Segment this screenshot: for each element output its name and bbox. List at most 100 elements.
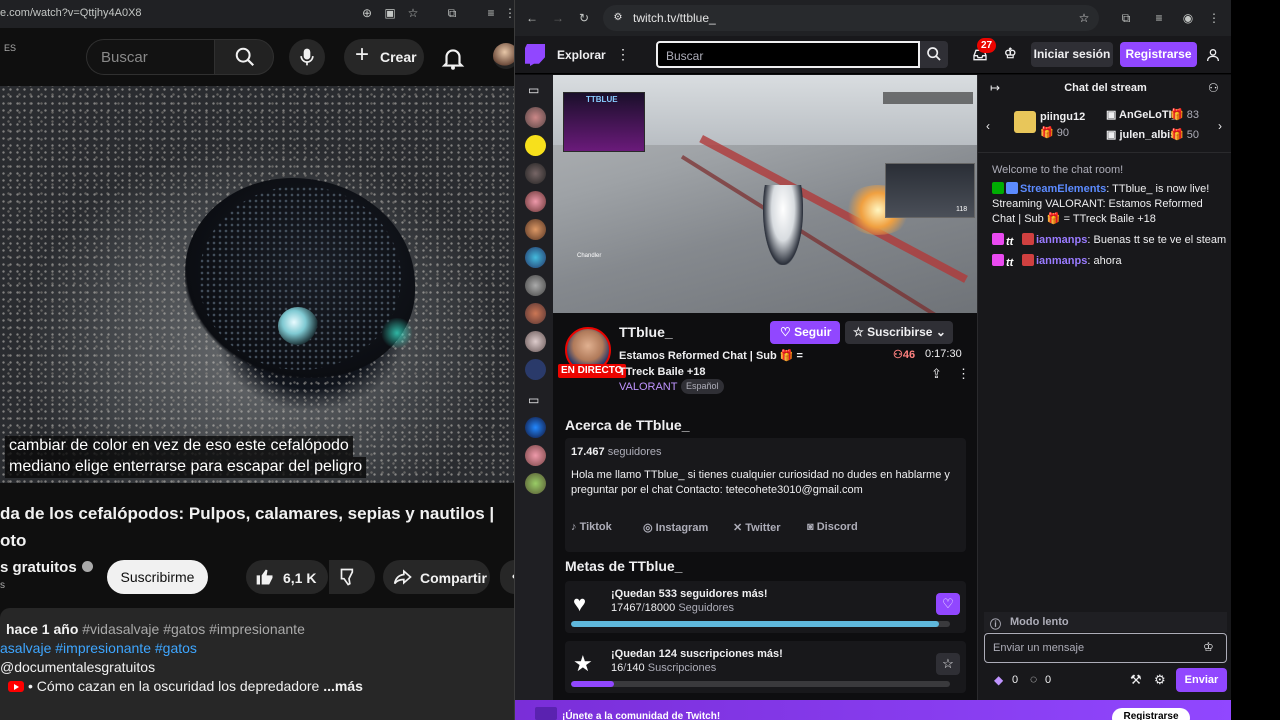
youtube-logo-icon xyxy=(8,681,24,692)
create-button[interactable]: + Crear xyxy=(344,39,424,75)
share-icon[interactable]: ⇪ xyxy=(931,366,942,382)
media-controls-icon[interactable]: ≡ xyxy=(1152,11,1166,25)
country-code: ES xyxy=(4,43,17,53)
game-hud-bar xyxy=(883,92,973,104)
followed-channels-sidebar: ▭ ▭ xyxy=(515,75,553,700)
more-actions-button[interactable]: • xyxy=(500,560,514,594)
twitch-topbar: Explorar ⋮ Buscar 27 ♔ Iniciar sesión Re… xyxy=(515,36,1231,74)
streamer-name[interactable]: TTblue_ xyxy=(619,324,673,340)
youtube-search-input[interactable]: Buscar xyxy=(86,39,214,75)
follow-button[interactable]: ♡ Seguir xyxy=(770,321,840,344)
stream-title: Estamos Reformed Chat | Sub 🎁 = TTreck B… xyxy=(619,350,803,378)
youtube-account-avatar[interactable] xyxy=(493,43,514,69)
channel-avatar[interactable] xyxy=(525,191,546,212)
media-controls-icon[interactable]: ≡ xyxy=(484,6,498,20)
instagram-link[interactable]: ◎ Instagram xyxy=(643,521,708,534)
uptime: 0:17:30 xyxy=(925,348,962,360)
chevron-right-icon[interactable]: › xyxy=(1218,119,1222,133)
share-button[interactable]: Compartir xyxy=(383,560,490,594)
channel-avatar[interactable] xyxy=(525,445,546,466)
explore-link[interactable]: Explorar xyxy=(557,48,606,62)
forward-icon[interactable]: → xyxy=(551,11,565,25)
bookmark-star-icon[interactable]: ☆ xyxy=(406,6,420,20)
video-description[interactable]: hace 1 año #vidasalvaje #gatos #impresio… xyxy=(0,608,514,720)
banner-register-button[interactable]: Registrarse xyxy=(1112,708,1190,720)
mod-tools-icon[interactable]: ⚒ xyxy=(1130,672,1142,688)
channel-avatar[interactable] xyxy=(525,359,546,380)
channel-avatar[interactable] xyxy=(525,107,546,128)
heart-icon: ♡ xyxy=(780,325,791,339)
send-button[interactable]: Enviar xyxy=(1176,668,1227,692)
settings-gear-icon[interactable]: ⚙ xyxy=(1154,672,1166,688)
like-button[interactable]: 6,1 K xyxy=(246,560,328,594)
youtube-search-button[interactable] xyxy=(214,39,274,75)
bits-icon[interactable]: ◆ xyxy=(994,673,1003,687)
gift-icon xyxy=(1014,111,1036,133)
video-camera-icon[interactable]: ▭ xyxy=(528,83,539,97)
twitch-address-bar[interactable]: ⚙ twitch.tv/ttblue_ ☆ xyxy=(603,5,1099,31)
channel-avatar[interactable] xyxy=(525,417,546,438)
viewers-icon: ⚇ xyxy=(893,349,903,361)
tiktok-link[interactable]: ♪ Tiktok xyxy=(571,521,612,533)
subscribe-button[interactable]: Suscribirme xyxy=(107,560,208,594)
channel-avatar[interactable] xyxy=(525,135,546,156)
game-link[interactable]: VALORANT xyxy=(619,381,677,393)
subscribe-button[interactable]: ☆ Suscribirse ⌄ xyxy=(845,321,953,344)
desktop-background xyxy=(1231,0,1280,720)
twitch-search-button[interactable] xyxy=(920,41,948,68)
login-button[interactable]: Iniciar sesión xyxy=(1031,42,1113,67)
cast-icon[interactable]: ▣ xyxy=(383,6,397,20)
browser-menu-icon[interactable]: ⋮ xyxy=(1207,11,1221,25)
channel-avatar[interactable] xyxy=(525,331,546,352)
video-player[interactable]: cambiar de color en vez de eso este cefa… xyxy=(0,86,514,483)
video-camera-icon[interactable]: ▭ xyxy=(528,393,539,407)
more-dots-icon[interactable]: ⋮ xyxy=(616,46,630,63)
youtube-url[interactable]: e.com/watch?v=Qttjhy4A0X8 xyxy=(0,7,142,19)
profile-icon[interactable]: ◉ xyxy=(1181,11,1195,25)
points-count: 0 xyxy=(1045,674,1052,686)
register-button[interactable]: Registrarse xyxy=(1120,42,1197,67)
discord-link[interactable]: ◙ Discord xyxy=(807,521,858,533)
site-info-icon[interactable]: ⚙ xyxy=(611,11,625,25)
reload-icon[interactable]: ↻ xyxy=(577,11,591,25)
channel-subs-fragment: s xyxy=(0,580,5,591)
channel-avatar[interactable] xyxy=(525,247,546,268)
about-heading: Acerca de TTblue_ xyxy=(565,417,690,433)
users-icon[interactable]: ⚇ xyxy=(1208,81,1219,95)
emote-icon[interactable]: ♔ xyxy=(1203,640,1214,654)
follow-goal-heart-button[interactable]: ♡ xyxy=(936,593,960,615)
chat-panel: ↦ Chat del stream ⚇ ‹ piingu12 🎁 90 ▣ An… xyxy=(977,75,1231,700)
bell-icon[interactable] xyxy=(440,45,466,71)
channel-points-icon[interactable]: ◌ xyxy=(1030,672,1037,686)
user-icon[interactable] xyxy=(1205,47,1221,63)
twitch-logo-icon[interactable] xyxy=(525,44,545,66)
channel-avatar[interactable] xyxy=(525,275,546,296)
channel-avatar[interactable] xyxy=(525,163,546,184)
bookmark-star-icon[interactable]: ☆ xyxy=(1077,11,1091,25)
extensions-icon[interactable]: ⧉ xyxy=(1119,11,1133,25)
prime-crown-icon[interactable]: ♔ xyxy=(1004,45,1017,62)
player-tag: Chandler xyxy=(577,253,602,259)
more-options-icon[interactable]: ⋮ xyxy=(957,366,970,382)
back-icon[interactable]: ← xyxy=(525,11,539,25)
show-more-link[interactable]: ...más xyxy=(323,678,363,694)
zoom-icon[interactable]: ⊕ xyxy=(360,6,374,20)
chevron-left-icon[interactable]: ‹ xyxy=(986,119,990,133)
viewer-count: ⚇46 xyxy=(893,349,916,361)
sub-goal-star-button[interactable]: ☆ xyxy=(936,653,960,675)
language-tag[interactable]: Español xyxy=(681,379,724,394)
voice-search-button[interactable] xyxy=(289,39,325,75)
dislike-button[interactable] xyxy=(329,560,375,594)
plus-icon: + xyxy=(355,41,370,68)
channel-name[interactable]: s gratuitos xyxy=(0,559,93,576)
channel-avatar[interactable] xyxy=(525,473,546,494)
chat-input[interactable]: Enviar un mensaje ♔ xyxy=(984,633,1227,663)
channel-avatar[interactable] xyxy=(525,219,546,240)
youtube-more-icon[interactable]: ⋮ xyxy=(503,6,514,20)
twitch-search-input[interactable]: Buscar xyxy=(656,41,920,68)
channel-avatar[interactable] xyxy=(525,303,546,324)
stream-player[interactable]: TTBLUE 118 Chandler xyxy=(553,75,977,313)
about-panel: 17.467 seguidores Hola me llamo TTblue_ … xyxy=(565,438,966,552)
extensions-icon[interactable]: ⧉ xyxy=(445,6,459,20)
twitter-link[interactable]: ✕ Twitter xyxy=(733,521,781,534)
